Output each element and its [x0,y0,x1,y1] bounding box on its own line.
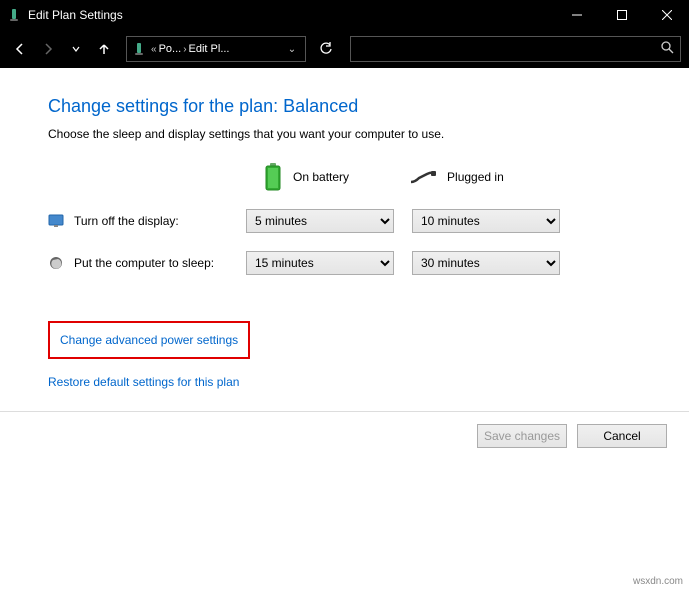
breadcrumb[interactable]: « Po... › Edit Pl... ⌄ [126,36,306,62]
display-icon [48,213,64,229]
display-battery-select[interactable]: 5 minutes [246,209,394,233]
content-area: Change settings for the plan: Balanced C… [0,68,689,412]
maximize-button[interactable] [599,0,644,30]
breadcrumb-icon [131,41,147,57]
highlight-annotation: Change advanced power settings [48,321,250,359]
save-button[interactable]: Save changes [477,424,567,448]
links-section: Change advanced power settings Restore d… [48,321,641,391]
toolbar: « Po... › Edit Pl... ⌄ [0,30,689,68]
breadcrumb-item-1[interactable]: Po... [159,43,182,55]
sleep-row-label: Put the computer to sleep: [74,256,214,270]
sleep-battery-select[interactable]: 15 minutes [246,251,394,275]
close-button[interactable] [644,0,689,30]
settings-grid: Turn off the display: 5 minutes 10 minut… [48,209,641,275]
chevron-right-icon: › [183,44,186,55]
app-icon [6,7,22,23]
battery-label: On battery [293,170,349,184]
sleep-plugged-select[interactable]: 30 minutes [412,251,560,275]
sleep-icon [48,255,64,271]
page-title: Change settings for the plan: Balanced [48,96,641,117]
cancel-button[interactable]: Cancel [577,424,667,448]
restore-defaults-link[interactable]: Restore default settings for this plan [48,375,239,389]
advanced-settings-link[interactable]: Change advanced power settings [60,333,238,347]
up-button[interactable] [92,37,116,61]
battery-icon [263,163,283,191]
watermark: wsxdn.com [633,576,683,587]
column-headers: On battery Plugged in [263,163,641,191]
display-plugged-select[interactable]: 10 minutes [412,209,560,233]
breadcrumb-dropdown[interactable]: ⌄ [283,44,301,55]
search-input[interactable] [357,42,660,56]
page-subtitle: Choose the sleep and display settings th… [48,127,641,141]
minimize-button[interactable] [554,0,599,30]
breadcrumb-prefix: « [151,44,157,55]
forward-button[interactable] [36,37,60,61]
window-title: Edit Plan Settings [28,8,554,22]
search-bar[interactable] [350,36,681,62]
plugged-label: Plugged in [447,170,504,184]
refresh-button[interactable] [312,36,340,62]
breadcrumb-item-2[interactable]: Edit Pl... [189,43,230,55]
plug-icon [409,170,437,184]
back-button[interactable] [8,37,32,61]
recent-dropdown[interactable] [64,37,88,61]
footer: Save changes Cancel [0,412,689,460]
search-icon[interactable] [660,40,674,59]
titlebar: Edit Plan Settings [0,0,689,30]
display-row-label: Turn off the display: [74,214,179,228]
